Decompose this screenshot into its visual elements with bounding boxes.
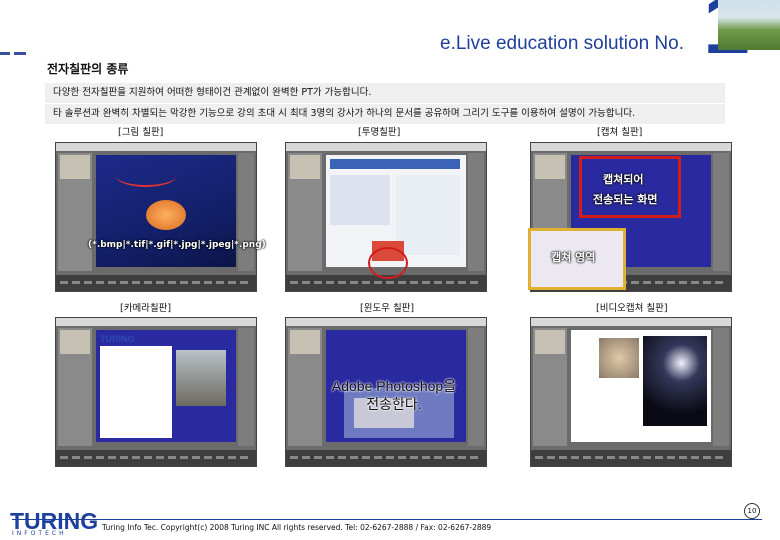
page-number: 10 — [744, 503, 760, 519]
header-dash — [14, 52, 26, 55]
captured-label-2: 전송되는 화면 — [593, 193, 658, 206]
file-types-overlay: (*.bmp|*.tif|*.gif|*.jpg|*.jpeg|*.png) — [88, 240, 266, 250]
description-line-2: 타 솔루션과 완벽히 차별되는 막강한 기능으로 강의 초대 시 최대 3명의 … — [45, 104, 725, 124]
header-photo — [718, 0, 780, 50]
header-dash — [0, 52, 10, 55]
capture-area-label: 캡쳐 영역 — [551, 251, 596, 264]
caption-camera-board: [카메라칠판] — [120, 303, 172, 314]
caption-window-board: [윈도우 칠판] — [360, 303, 415, 314]
description-line-1: 다양한 전자칠판을 지원하여 어떠한 형태이건 관계없이 완벽한 PT가 가능합… — [45, 83, 725, 103]
brand-text: e.Live education solution No. — [440, 33, 684, 54]
captured-label-1: 캡쳐되어 — [603, 173, 644, 186]
screenshot-camera-board: TURING — [55, 317, 257, 467]
caption-transparent-board: [투명칠판] — [358, 127, 401, 138]
footer-copyright: Turing Info Tec. Copyright(c) 2008 Turin… — [102, 523, 492, 532]
photoshop-overlay-1: Adobe Photoshop을 — [331, 378, 457, 394]
footer-rule — [12, 519, 762, 520]
capture-screen-box — [579, 156, 681, 218]
caption-video-capture-board: [비디오캡쳐 칠판] — [596, 303, 668, 314]
screenshot-picture-board — [55, 142, 257, 292]
photoshop-overlay-2: 전송한다. — [366, 396, 422, 412]
caption-capture-board: [캡쳐 칠판] — [597, 127, 643, 138]
caption-picture-board: [그림 칠판] — [118, 127, 164, 138]
screen-logo: TURING — [100, 334, 135, 344]
red-circle-highlight — [368, 247, 408, 279]
footer-logo-sub: INFOTECH — [12, 530, 67, 537]
page-title: 전자칠판의 종류 — [47, 62, 129, 76]
screenshot-video-capture-board — [530, 317, 732, 467]
